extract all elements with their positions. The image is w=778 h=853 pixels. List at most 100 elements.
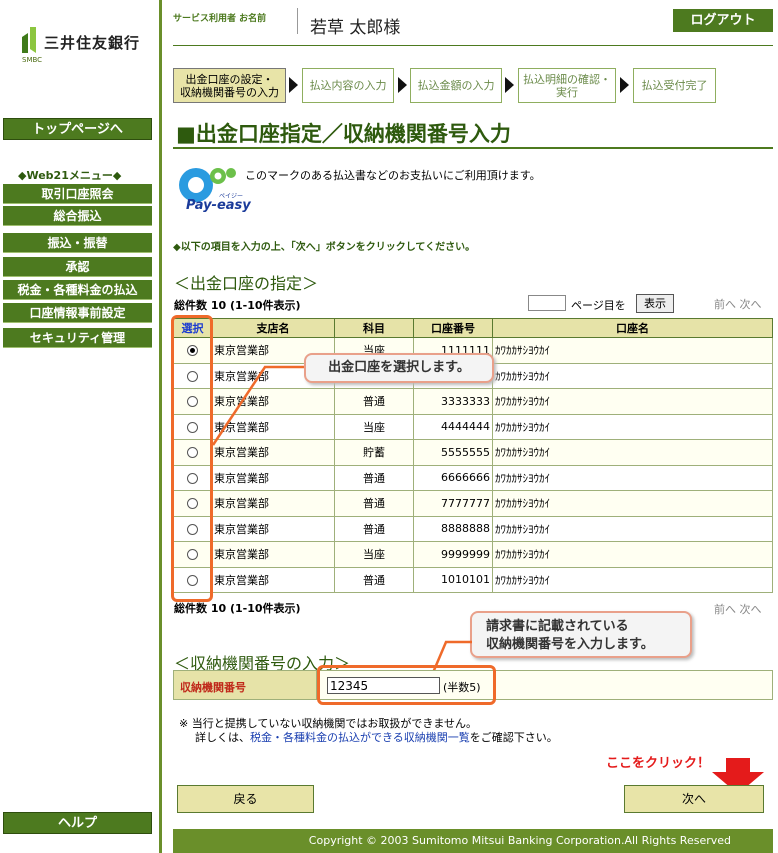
header-divider (173, 45, 773, 46)
sidebar: 三井住友銀行 SMBC トップページへ ◆Web21メニュー◆ 取引口座照会 総… (0, 0, 159, 853)
name-cell: ｶﾜｶｶｻｼﾖｳｶｲ (492, 490, 773, 517)
number-cell: 1010101 (413, 566, 493, 593)
step-arrow-icon (505, 77, 514, 93)
callout-enter-number-line1: 請求書に記載されている (486, 619, 629, 634)
col-type: 科目 (334, 318, 414, 338)
step-arrow-icon (398, 77, 407, 93)
name-cell: ｶﾜｶｶｻｼﾖｳｶｲ (492, 388, 773, 415)
page-label: ページ目を (571, 299, 626, 312)
payeasy-logo-kana: ペイジー (219, 193, 244, 200)
notice-prefix: 詳しくは、 (195, 731, 250, 744)
name-cell: ｶﾜｶｶｻｼﾖｳｶｲ (492, 362, 773, 389)
number-cell: 5555555 (413, 439, 493, 466)
callout-enter-number: 請求書に記載されている 収納機関番号を入力します。 (470, 611, 692, 658)
user-label: サービス利用者 お名前 (173, 14, 267, 24)
step-arrow-icon (620, 77, 629, 93)
bank-sub: SMBC (22, 56, 43, 64)
type-cell: 当座 (334, 541, 414, 568)
notice-line1: ※ 当行と提携していない収納機関ではお取扱ができません。 (179, 717, 478, 730)
number-cell: 8888888 (413, 515, 493, 542)
help-button[interactable]: ヘルプ (3, 812, 152, 834)
table-row: 東京営業部 当座 9999999 ｶﾜｶｶｻｼﾖｳｶｲ (173, 541, 773, 568)
sidebar-item-transfer[interactable]: 振込・振替 (3, 233, 152, 253)
pager-top[interactable]: 前へ 次へ (714, 296, 762, 312)
sidebar-item-account-presetting[interactable]: 口座情報事前設定 (3, 303, 152, 323)
type-cell: 貯蓄 (334, 439, 414, 466)
table-row: 東京営業部 普通 6666666 ｶﾜｶｶｻｼﾖｳｶｲ (173, 464, 773, 491)
col-branch: 支店名 (211, 318, 335, 338)
number-cell: 4444444 (413, 413, 493, 440)
number-cell: 9999999 (413, 541, 493, 568)
next-button[interactable]: 次へ (624, 785, 764, 813)
sidebar-item-tax-payment[interactable]: 税金・各種料金の払込 (3, 280, 152, 300)
back-button[interactable]: 戻る (177, 785, 314, 813)
name-cell: ｶﾜｶｶｻｼﾖｳｶｲ (492, 413, 773, 440)
branch-cell: 東京営業部 (211, 515, 335, 542)
notice: ※ 当行と提携していない収納機関ではお取扱ができません。 詳しくは、税金・各種料… (179, 717, 558, 745)
callout-select-account: 出金口座を選択します。 (304, 353, 494, 383)
sidebar-item-approval[interactable]: 承認 (3, 257, 152, 277)
type-cell: 普通 (334, 464, 414, 491)
step-1-label: 出金口座の設定・ 収納機関番号の入力 (180, 72, 279, 99)
sidebar-item-general-transfer[interactable]: 総合振込 (3, 206, 152, 226)
payeasy-logo-text: Pay-easy (186, 198, 251, 213)
logout-button[interactable]: ログアウト (673, 9, 773, 32)
step-arrow-icon (289, 77, 298, 93)
page-number-input[interactable] (528, 295, 566, 311)
total-count-bottom: 総件数 10 (1-10件表示) (174, 602, 301, 615)
step-4: 払込明細の確認・ 実行 (518, 68, 616, 103)
table-header-row: 選択 支店名 科目 口座番号 口座名 (173, 318, 773, 338)
callout-enter-number-line2: 収納機関番号を入力します。 (486, 637, 654, 652)
notice-line2: 詳しくは、税金・各種料金の払込ができる収納機関一覧をご確認下さい。 (179, 731, 558, 745)
sidebar-item-account-inquiry[interactable]: 取引口座照会 (3, 184, 152, 204)
step-5-label: 払込受付完了 (641, 79, 708, 92)
type-cell: 普通 (334, 490, 414, 517)
title-divider (173, 147, 773, 149)
bank-name: 三井住友銀行 (44, 34, 141, 52)
type-cell: 普通 (334, 566, 414, 593)
name-cell: ｶﾜｶｶｻｼﾖｳｶｲ (492, 541, 773, 568)
table-row: 東京営業部 普通 7777777 ｶﾜｶｶｻｼﾖｳｶｲ (173, 490, 773, 517)
col-name: 口座名 (492, 318, 773, 338)
menu-title: ◆Web21メニュー◆ (18, 169, 122, 182)
step-3: 払込金額の入力 (410, 68, 502, 103)
sidebar-divider (159, 0, 162, 853)
collector-list-link[interactable]: 税金・各種料金の払込ができる収納機関一覧 (250, 731, 470, 744)
col-number: 口座番号 (413, 318, 493, 338)
branch-cell: 東京営業部 (211, 566, 335, 593)
table-row: 東京営業部 普通 8888888 ｶﾜｶｶｻｼﾖｳｶｲ (173, 515, 773, 542)
account-section-heading: ＜出金口座の指定＞ (174, 274, 319, 293)
collector-field-label: 収納機関番号 (173, 670, 317, 700)
total-count-top: 総件数 10 (1-10件表示) (174, 299, 301, 312)
number-cell: 7777777 (413, 490, 493, 517)
sidebar-item-security[interactable]: セキュリティ管理 (3, 328, 152, 348)
type-cell: 当座 (334, 413, 414, 440)
notice-suffix: をご確認下さい。 (469, 731, 558, 744)
callout-pointer-icon (211, 365, 305, 446)
top-page-button[interactable]: トップページへ (3, 118, 152, 140)
payeasy-note: このマークのある払込書などのお支払いにご利用頂けます。 (245, 169, 541, 182)
type-cell: 普通 (334, 515, 414, 542)
pager-bottom[interactable]: 前へ 次へ (714, 601, 762, 617)
footer-copyright: Copyright © 2003 Sumitomo Mitsui Banking… (173, 829, 773, 853)
step-1: 出金口座の設定・ 収納機関番号の入力 (173, 68, 286, 103)
branch-cell: 東京営業部 (211, 541, 335, 568)
header-separator (297, 8, 298, 34)
type-cell: 普通 (334, 388, 414, 415)
show-page-button[interactable]: 表示 (636, 294, 674, 313)
name-cell: ｶﾜｶｶｻｼﾖｳｶｲ (492, 464, 773, 491)
step-2: 払込内容の入力 (302, 68, 394, 103)
step-4-label: 払込明細の確認・ 実行 (523, 72, 611, 99)
name-cell: ｶﾜｶｶｻｼﾖｳｶｲ (492, 566, 773, 593)
page-title: ■出金口座指定／収納機関番号入力 (176, 122, 511, 146)
collector-input-highlight (317, 665, 496, 705)
name-cell: ｶﾜｶｶｻｼﾖｳｶｲ (492, 439, 773, 466)
step-2-label: 払込内容の入力 (309, 79, 387, 92)
user-name: 若草 太郎様 (310, 18, 401, 38)
step-5: 払込受付完了 (633, 68, 716, 103)
number-cell: 6666666 (413, 464, 493, 491)
branch-cell: 東京営業部 (211, 490, 335, 517)
table-row: 東京営業部 普通 1010101 ｶﾜｶｶｻｼﾖｳｶｲ (173, 566, 773, 593)
branch-cell: 東京営業部 (211, 464, 335, 491)
click-here-label: ここをクリック！ (606, 756, 711, 771)
